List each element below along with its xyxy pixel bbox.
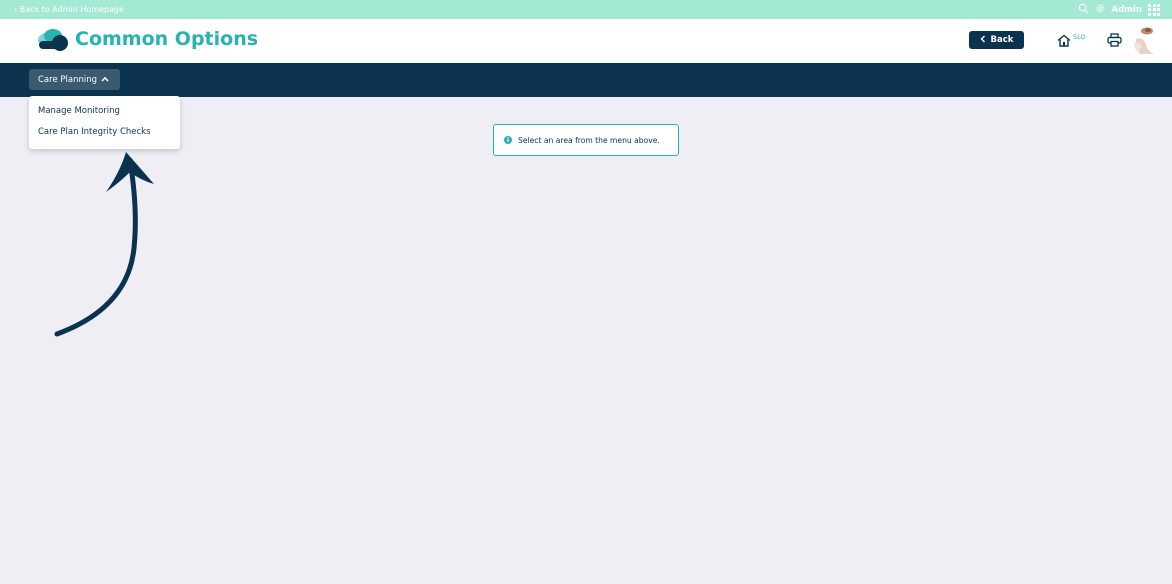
print-icon[interactable] (1107, 32, 1122, 51)
info-icon: i (504, 136, 512, 144)
info-message: i Select an area from the menu above. (493, 124, 679, 156)
search-icon[interactable] (1078, 3, 1089, 17)
brand-logo (38, 29, 68, 51)
nav-bar: Care Planning (0, 63, 1172, 97)
user-avatar[interactable] (1130, 25, 1156, 55)
care-planning-menu-label: Care Planning (38, 74, 97, 85)
care-planning-menu[interactable]: Care Planning (29, 69, 120, 90)
back-button-label: Back (990, 35, 1014, 45)
menu-item-care-plan-integrity-checks[interactable]: Care Plan Integrity Checks (29, 125, 180, 146)
chevron-up-icon (101, 75, 109, 85)
chevron-left-icon (980, 35, 986, 46)
home-slo-label: SLO (1073, 33, 1086, 41)
menu-item-manage-monitoring[interactable]: Manage Monitoring (29, 104, 180, 125)
home-button[interactable]: SLO (1057, 32, 1086, 51)
top-right-controls: Admin (1078, 3, 1160, 17)
annotation-arrow (54, 152, 154, 337)
back-to-admin-link[interactable]: ‹ Back to Admin Homepage (14, 5, 124, 14)
user-label[interactable]: Admin (1112, 5, 1143, 15)
care-planning-dropdown: Manage Monitoring Care Plan Integrity Ch… (29, 96, 180, 149)
gear-icon[interactable] (1095, 3, 1106, 17)
top-strip: ‹ Back to Admin Homepage Admin (0, 0, 1172, 19)
home-icon (1057, 32, 1071, 51)
page-title: Common Options (75, 28, 259, 50)
info-message-text: Select an area from the menu above. (518, 135, 660, 145)
page-header: Common Options Back SLO (0, 19, 1172, 63)
apps-grid-icon[interactable] (1148, 3, 1160, 16)
back-button[interactable]: Back (969, 31, 1024, 49)
